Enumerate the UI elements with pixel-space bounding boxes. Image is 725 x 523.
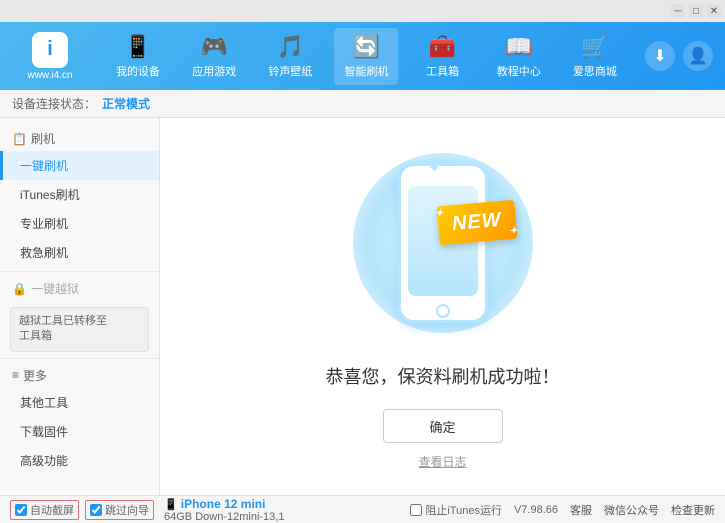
tutorial-icon: 📖 xyxy=(505,34,532,60)
nav-item-apps-games-label: 应用游戏 xyxy=(192,63,236,79)
download-fw-label: 下载固件 xyxy=(20,423,68,440)
content-illustration: NEW ✦ ✦ ✦ xyxy=(343,143,543,343)
auto-send-group: 自动截屏 xyxy=(10,500,79,520)
check-update-link[interactable]: 检查更新 xyxy=(671,502,715,518)
auto-send-checkbox[interactable] xyxy=(15,504,27,516)
think-shop-icon: 🛒 xyxy=(581,34,608,60)
sidebar-section-flash: 📋 刷机 xyxy=(0,126,159,151)
title-bar: ─ □ ✕ xyxy=(0,0,725,22)
version-text: V7.98.66 xyxy=(514,504,558,516)
more-section-icon: ≡ xyxy=(12,368,19,382)
device-model: Down-12mini-13,1 xyxy=(195,511,284,523)
sidebar-divider-2 xyxy=(0,358,159,359)
sidebar-item-other-tools[interactable]: 其他工具 xyxy=(0,388,159,417)
minimize-button[interactable]: ─ xyxy=(671,4,685,18)
more-section-label: 更多 xyxy=(23,367,47,384)
itunes-flash-label: iTunes刷机 xyxy=(20,186,80,203)
wechat-public-link[interactable]: 微信公众号 xyxy=(604,502,659,518)
status-label: 设备连接状态： xyxy=(12,95,96,112)
nav-item-smart-flash[interactable]: 🔄 智能刷机 xyxy=(334,28,398,85)
no-itunes-checkbox[interactable] xyxy=(410,504,422,516)
retry-link[interactable]: 查看日志 xyxy=(418,453,466,470)
phone-home-btn xyxy=(436,304,450,318)
skip-guide-checkbox[interactable] xyxy=(90,504,102,516)
content-area: NEW ✦ ✦ ✦ 恭喜您，保资料刷机成功啦！ 确定 查看日志 xyxy=(160,118,725,495)
sidebar-divider-1 xyxy=(0,271,159,272)
my-device-icon: 📱 xyxy=(124,34,151,60)
status-bar: 设备连接状态： 正常模式 xyxy=(0,90,725,118)
save-flash-label: 救急刷机 xyxy=(20,244,68,261)
device-icon: 📱 xyxy=(164,499,178,511)
bottom-bar-right: 阻止iTunes运行 V7.98.66 客服 微信公众号 检查更新 xyxy=(410,502,715,518)
apps-games-icon: 🎮 xyxy=(201,34,228,60)
auto-send-label: 自动截屏 xyxy=(30,502,74,518)
flash-section-icon: 📋 xyxy=(12,132,27,146)
one-click-flash-label: 一键刷机 xyxy=(20,157,68,174)
sidebar: 📋 刷机 一键刷机 iTunes刷机 专业刷机 救急刷机 🔒 一键越狱 越狱工具… xyxy=(0,118,160,495)
nav-logo[interactable]: i www.i4.cn xyxy=(0,32,100,81)
sidebar-item-one-click-flash[interactable]: 一键刷机 xyxy=(0,151,159,180)
logo-text: www.i4.cn xyxy=(27,70,72,81)
pro-flash-label: 专业刷机 xyxy=(20,215,68,232)
nav-right: ⬇ 👤 xyxy=(633,41,725,71)
no-itunes-label: 阻止iTunes运行 xyxy=(425,502,502,518)
maximize-button[interactable]: □ xyxy=(689,4,703,18)
nav-item-tutorial-label: 教程中心 xyxy=(497,63,541,79)
no-itunes-group: 阻止iTunes运行 xyxy=(410,502,502,518)
nav-item-tutorial[interactable]: 📖 教程中心 xyxy=(487,28,551,85)
new-badge: NEW xyxy=(436,200,517,246)
ringtones-icon: 🎵 xyxy=(277,34,304,60)
bottom-bar-left: 自动截屏 跳过向导 📱 iPhone 12 mini 64GB Down-12m… xyxy=(10,497,402,523)
skip-guide-group: 跳过向导 xyxy=(85,500,154,520)
top-nav: i www.i4.cn 📱 我的设备 🎮 应用游戏 🎵 铃声壁纸 🔄 智能刷机 … xyxy=(0,22,725,90)
sparkle-top-left: ✦ xyxy=(428,158,441,178)
jailbreak-section-label: 一键越狱 xyxy=(31,280,79,297)
skip-guide-label: 跳过向导 xyxy=(105,502,149,518)
device-storage: 64GB xyxy=(164,511,192,523)
download-button[interactable]: ⬇ xyxy=(645,41,675,71)
device-info: 📱 iPhone 12 mini 64GB Down-12mini-13,1 xyxy=(164,497,284,523)
nav-item-toolbox[interactable]: 🧰 工具箱 xyxy=(411,28,475,85)
nav-item-think-shop[interactable]: 🛒 爱思商城 xyxy=(563,28,627,85)
device-name[interactable]: iPhone 12 mini xyxy=(181,497,266,511)
smart-flash-icon: 🔄 xyxy=(353,34,380,60)
other-tools-label: 其他工具 xyxy=(20,394,68,411)
nav-item-smart-flash-label: 智能刷机 xyxy=(344,63,388,79)
nav-item-think-shop-label: 爱思商城 xyxy=(573,63,617,79)
sidebar-section-more: ≡ 更多 xyxy=(0,363,159,388)
nav-item-ringtones[interactable]: 🎵 铃声壁纸 xyxy=(258,28,322,85)
confirm-button[interactable]: 确定 xyxy=(383,409,503,443)
sparkle-top-right: ✦ xyxy=(482,173,492,187)
nav-item-my-device-label: 我的设备 xyxy=(116,63,160,79)
advanced-label: 高级功能 xyxy=(20,452,68,469)
nav-item-ringtones-label: 铃声壁纸 xyxy=(268,63,312,79)
sidebar-item-save-flash[interactable]: 救急刷机 xyxy=(0,238,159,267)
nav-item-my-device[interactable]: 📱 我的设备 xyxy=(106,28,170,85)
status-value: 正常模式 xyxy=(102,95,150,112)
logo-icon: i xyxy=(32,32,68,68)
flash-section-label: 刷机 xyxy=(31,130,55,147)
toolbox-icon: 🧰 xyxy=(429,34,456,60)
user-button[interactable]: 👤 xyxy=(683,41,713,71)
bottom-bar: 自动截屏 跳过向导 📱 iPhone 12 mini 64GB Down-12m… xyxy=(0,495,725,523)
customer-service-link[interactable]: 客服 xyxy=(570,502,592,518)
sidebar-item-pro-flash[interactable]: 专业刷机 xyxy=(0,209,159,238)
nav-item-apps-games[interactable]: 🎮 应用游戏 xyxy=(182,28,246,85)
main-area: 📋 刷机 一键刷机 iTunes刷机 专业刷机 救急刷机 🔒 一键越狱 越狱工具… xyxy=(0,118,725,495)
success-text: 恭喜您，保资料刷机成功啦！ xyxy=(326,363,560,389)
sidebar-item-itunes-flash[interactable]: iTunes刷机 xyxy=(0,180,159,209)
sidebar-item-advanced[interactable]: 高级功能 xyxy=(0,446,159,475)
close-button[interactable]: ✕ xyxy=(707,4,721,18)
jailbreak-note: 越狱工具已转移至工具箱 xyxy=(10,307,149,352)
sparkle-bottom-right: ✦ xyxy=(491,301,503,318)
nav-items: 📱 我的设备 🎮 应用游戏 🎵 铃声壁纸 🔄 智能刷机 🧰 工具箱 📖 教程中心… xyxy=(100,28,633,85)
nav-item-toolbox-label: 工具箱 xyxy=(426,63,459,79)
sidebar-section-jailbreak: 🔒 一键越狱 xyxy=(0,276,159,301)
sidebar-item-download-fw[interactable]: 下载固件 xyxy=(0,417,159,446)
jailbreak-lock-icon: 🔒 xyxy=(12,282,27,296)
